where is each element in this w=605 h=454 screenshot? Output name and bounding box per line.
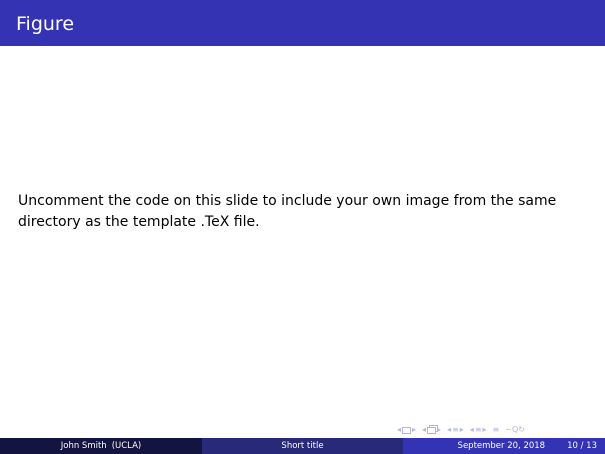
nav-left-arrow-icon[interactable]: ◂ — [470, 425, 474, 435]
nav-subsection-icon[interactable]: ≡ — [452, 425, 459, 435]
nav-subsection-group[interactable]: ◂ ≡ ▸ — [447, 425, 464, 435]
nav-slide-group[interactable]: ◂ ▸ — [397, 425, 416, 435]
frame-title-bar: Figure — [0, 0, 605, 46]
navigation-bar: ◂ ▸ ◂ ▸ ◂ ≡ ▸ ◂ ≡ ▸ ≡ ∽Q↻ — [397, 423, 525, 437]
footer-page-number: 10 / 13 — [567, 441, 597, 451]
nav-left-arrow-icon[interactable]: ◂ — [447, 425, 451, 435]
nav-right-arrow-icon[interactable]: ▸ — [483, 425, 487, 435]
footer-short-title: Short title — [281, 441, 324, 451]
nav-search-icon[interactable]: ∽Q↻ — [505, 425, 525, 435]
nav-frame-icon[interactable] — [427, 426, 437, 434]
footer-institute: (UCLA) — [111, 441, 142, 451]
nav-right-arrow-icon[interactable]: ▸ — [437, 425, 441, 435]
nav-slide-icon[interactable] — [402, 426, 412, 434]
footer-title-box: Short title — [202, 438, 403, 454]
footer-date: September 20, 2018 — [457, 441, 546, 451]
nav-left-arrow-icon[interactable]: ◂ — [397, 425, 401, 435]
nav-section-group[interactable]: ◂ ≡ ▸ — [470, 425, 487, 435]
footline: John Smith (UCLA) Short title September … — [0, 438, 605, 454]
nav-align-icon[interactable]: ≡ — [493, 425, 500, 435]
nav-frame-group[interactable]: ◂ ▸ — [422, 425, 441, 435]
nav-section-icon[interactable]: ≡ — [475, 425, 482, 435]
frame-title: Figure — [16, 13, 75, 35]
footer-author: John Smith — [60, 441, 107, 451]
slide-body-text: Uncomment the code on this slide to incl… — [18, 193, 557, 230]
slide: Figure Uncomment the code on this slide … — [0, 0, 605, 454]
footer-author-box: John Smith (UCLA) — [0, 438, 202, 454]
nav-right-arrow-icon[interactable]: ▸ — [412, 425, 416, 435]
nav-left-arrow-icon[interactable]: ◂ — [422, 425, 426, 435]
footer-date-box: September 20, 2018 10 / 13 — [403, 438, 605, 454]
nav-right-arrow-icon[interactable]: ▸ — [460, 425, 464, 435]
